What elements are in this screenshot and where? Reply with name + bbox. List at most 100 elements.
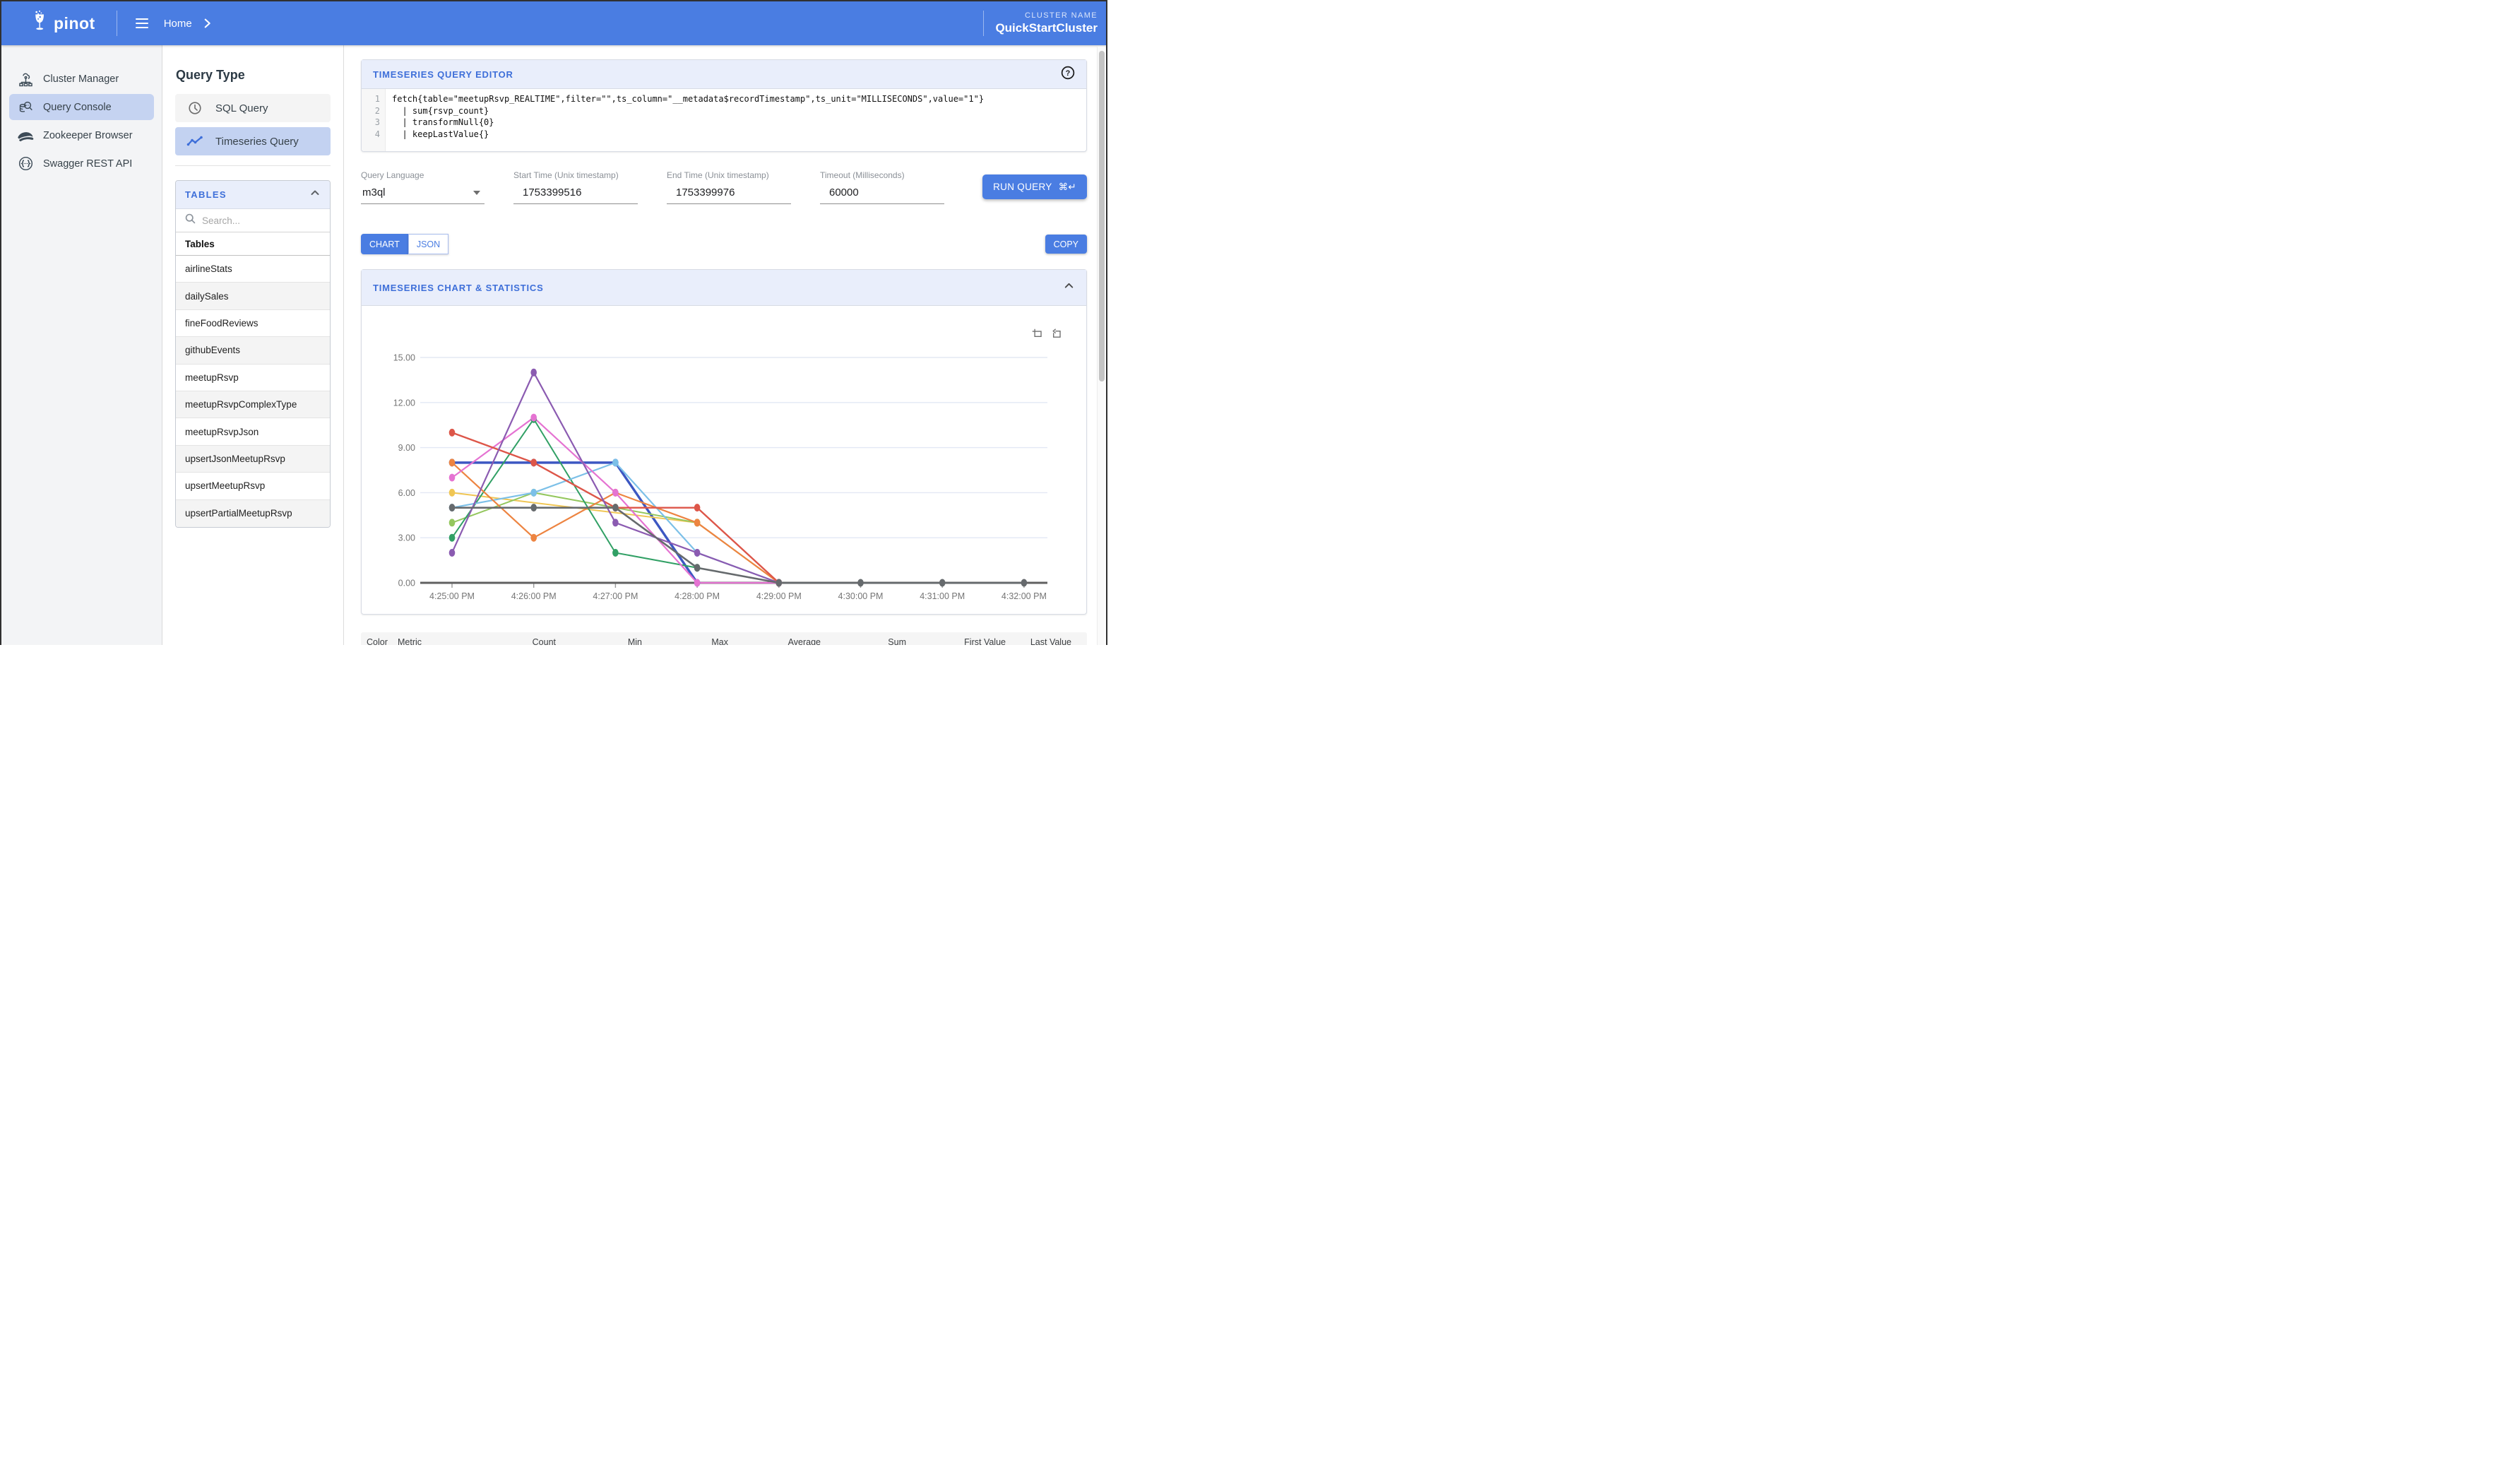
pinot-logo[interactable]: pinot xyxy=(31,10,95,37)
x-tick-label: 4:28:00 PM xyxy=(674,591,720,601)
data-point-orchid[interactable] xyxy=(449,474,456,482)
end-time-input[interactable] xyxy=(667,187,791,204)
query-console-icon xyxy=(17,99,35,115)
data-point-red[interactable] xyxy=(449,429,456,437)
data-point-sky-blue[interactable] xyxy=(612,458,619,466)
run-query-button[interactable]: RUN QUERY⌘↵ xyxy=(982,174,1087,199)
y-tick-label: 3.00 xyxy=(398,533,415,543)
tables-column-header: Tables xyxy=(176,232,330,256)
line-numbers: 1234 xyxy=(362,89,386,151)
table-row-upsertMeetupRsvp[interactable]: upsertMeetupRsvp xyxy=(176,473,330,499)
search-input[interactable] xyxy=(202,215,321,226)
data-point-orchid[interactable] xyxy=(612,489,619,497)
series-line-indigo[interactable] xyxy=(452,463,697,583)
data-point-red[interactable] xyxy=(694,504,701,511)
stats-col-metric: Metric xyxy=(398,637,509,645)
sidebar-item-zookeeper-browser[interactable]: Zookeeper Browser xyxy=(9,122,154,148)
start-time-label: Start Time (Unix timestamp) xyxy=(513,170,638,180)
data-point-gray[interactable] xyxy=(857,579,864,587)
zookeeper-icon xyxy=(17,129,35,143)
table-row-dailySales[interactable]: dailySales xyxy=(176,283,330,309)
code-editor[interactable]: 1234 fetch{table="meetupRsvp_REALTIME",f… xyxy=(362,89,1086,151)
table-row-airlineStats[interactable]: airlineStats xyxy=(176,256,330,283)
table-row-meetupRsvpJson[interactable]: meetupRsvpJson xyxy=(176,418,330,445)
table-row-upsertJsonMeetupRsvp[interactable]: upsertJsonMeetupRsvp xyxy=(176,446,330,473)
data-point-sea-green[interactable] xyxy=(449,534,456,542)
timeout-input[interactable] xyxy=(820,187,944,204)
query-editor-header: TIMESERIES QUERY EDITOR ? xyxy=(362,60,1086,89)
chart-panel: TIMESERIES CHART & STATISTICS 0.0 xyxy=(361,269,1087,615)
breadcrumb-home[interactable]: Home xyxy=(164,18,192,30)
data-point-red[interactable] xyxy=(530,458,537,466)
stats-col-color: Color xyxy=(367,637,398,645)
query-type-timeseries-query[interactable]: Timeseries Query xyxy=(175,127,331,155)
data-point-gray[interactable] xyxy=(776,579,783,587)
swagger-icon xyxy=(17,155,35,172)
code-line: | transformNull{0} xyxy=(392,117,984,129)
sidebar-item-swagger-rest-api[interactable]: Swagger REST API xyxy=(9,150,154,177)
data-point-purple[interactable] xyxy=(694,549,701,557)
data-point-sea-green[interactable] xyxy=(612,549,619,557)
scrollbar-thumb[interactable] xyxy=(1099,51,1105,381)
x-tick-label: 4:29:00 PM xyxy=(756,591,802,601)
table-row-upsertPartialMeetupRsvp[interactable]: upsertPartialMeetupRsvp xyxy=(176,500,330,527)
data-point-gray[interactable] xyxy=(449,504,456,511)
code-content: fetch{table="meetupRsvp_REALTIME",filter… xyxy=(386,89,984,151)
tab-json[interactable]: JSON xyxy=(408,234,448,254)
data-point-purple[interactable] xyxy=(530,369,537,377)
svg-text:?: ? xyxy=(1066,69,1071,77)
data-point-sky-blue[interactable] xyxy=(530,489,537,497)
chart-panel-title: TIMESERIES CHART & STATISTICS xyxy=(373,283,544,293)
x-tick-label: 4:30:00 PM xyxy=(838,591,884,601)
data-point-orange[interactable] xyxy=(449,458,456,466)
data-point-gray[interactable] xyxy=(1021,579,1028,587)
tab-chart[interactable]: CHART xyxy=(361,234,408,254)
divider xyxy=(175,165,331,166)
end-time-field: End Time (Unix timestamp) xyxy=(667,170,791,204)
tables-card-header[interactable]: TABLES xyxy=(176,181,330,209)
cluster-info: CLUSTER NAME QuickStartCluster xyxy=(995,11,1098,36)
table-row-meetupRsvp[interactable]: meetupRsvp xyxy=(176,365,330,391)
data-point-light-green[interactable] xyxy=(449,519,456,526)
data-point-gray[interactable] xyxy=(694,564,701,572)
chevron-up-icon[interactable] xyxy=(309,187,321,202)
chart-body: 0.003.006.009.0012.0015.004:25:00 PM4:26… xyxy=(362,306,1086,614)
table-row-meetupRsvpComplexType[interactable]: meetupRsvpComplexType xyxy=(176,391,330,418)
copy-button[interactable]: COPY xyxy=(1045,235,1087,254)
query-editor-panel: TIMESERIES QUERY EDITOR ? 1234 fetch{tab… xyxy=(361,59,1087,152)
cluster-manager-icon xyxy=(17,71,35,87)
code-line: | keepLastValue{} xyxy=(392,129,984,141)
query-language-select[interactable]: m3ql xyxy=(361,187,485,204)
data-point-orange[interactable] xyxy=(530,534,537,542)
table-row-githubEvents[interactable]: githubEvents xyxy=(176,337,330,364)
query-type-sql-query[interactable]: SQL Query xyxy=(175,94,331,122)
data-point-orchid[interactable] xyxy=(530,414,537,422)
data-point-gray[interactable] xyxy=(612,504,619,511)
help-icon[interactable]: ? xyxy=(1061,66,1075,83)
sidebar-item-query-console[interactable]: Query Console xyxy=(9,94,154,120)
stats-col-max: Max xyxy=(642,637,728,645)
series-line-orchid[interactable] xyxy=(452,418,779,583)
start-time-input[interactable] xyxy=(513,187,638,204)
query-type-option-label: Timeseries Query xyxy=(215,136,299,148)
stats-col-count: Count xyxy=(509,637,556,645)
data-point-amber[interactable] xyxy=(449,489,456,497)
collapse-chevron-up-icon[interactable] xyxy=(1063,280,1075,295)
timeseries-chart: 0.003.006.009.0012.0015.004:25:00 PM4:26… xyxy=(362,306,1088,614)
data-point-gray[interactable] xyxy=(939,579,946,587)
table-row-fineFoodReviews[interactable]: fineFoodReviews xyxy=(176,310,330,337)
reset-zoom-icon[interactable] xyxy=(1050,328,1062,340)
menu-icon[interactable] xyxy=(136,18,148,29)
data-point-orange[interactable] xyxy=(694,519,701,526)
sidebar-item-cluster-manager[interactable]: Cluster Manager xyxy=(9,66,154,92)
y-tick-label: 15.00 xyxy=(393,353,415,363)
vertical-scrollbar xyxy=(1097,47,1105,645)
clock-icon xyxy=(186,100,203,116)
data-point-purple[interactable] xyxy=(449,549,456,557)
start-time-field: Start Time (Unix timestamp) xyxy=(513,170,638,204)
data-point-gray[interactable] xyxy=(530,504,537,511)
timeseries-icon xyxy=(186,135,203,148)
zoom-selection-icon[interactable] xyxy=(1031,328,1043,340)
data-point-orchid[interactable] xyxy=(694,579,701,587)
data-point-purple[interactable] xyxy=(612,519,619,526)
